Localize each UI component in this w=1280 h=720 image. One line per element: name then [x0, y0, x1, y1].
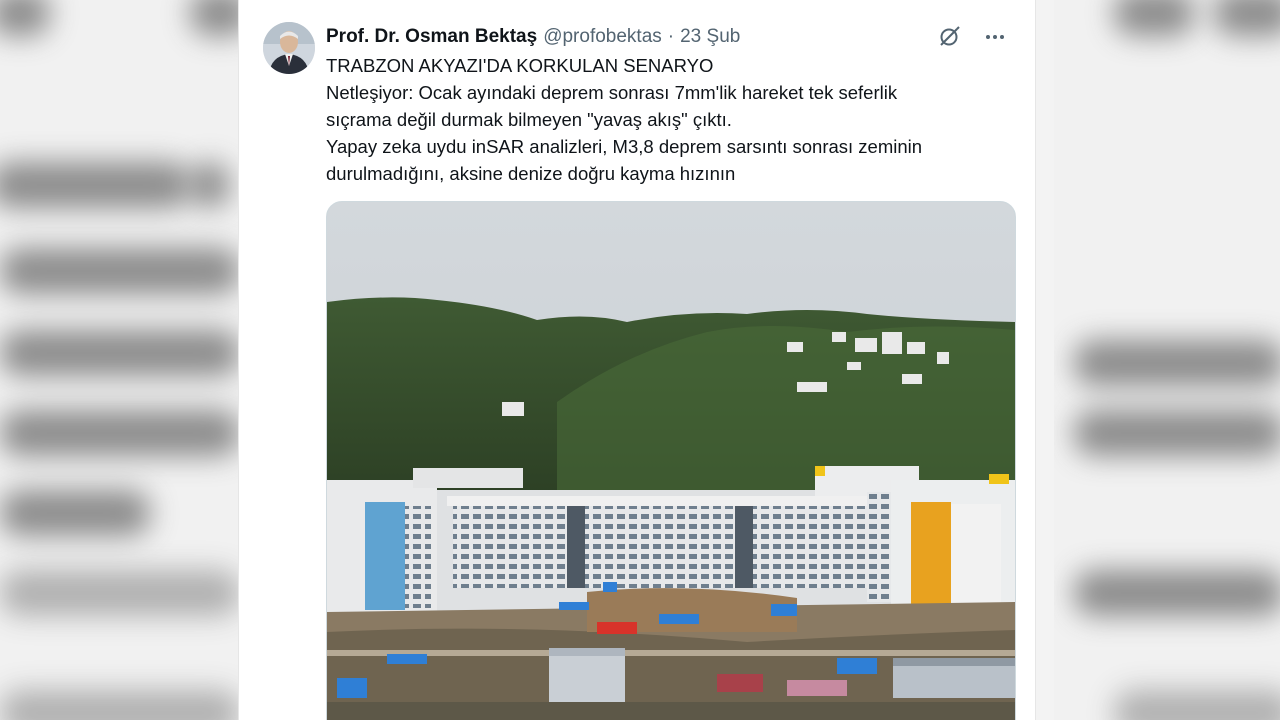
- tweet-line: Netleşiyor: Ocak ayındaki deprem sonrası…: [326, 82, 898, 103]
- grok-icon[interactable]: [937, 25, 961, 49]
- author-name[interactable]: Prof. Dr. Osman Bektaş: [326, 26, 537, 48]
- avatar[interactable]: [263, 22, 315, 74]
- tweet-line: Yapay zeka uydu inSAR analizleri, M3,8 d…: [326, 136, 923, 157]
- separator-dot: ·: [667, 26, 675, 47]
- tweet-line: TRABZON AKYAZI'DA KORKULAN SENARYO: [326, 55, 714, 76]
- blurred-background-right: [1054, 0, 1280, 720]
- tweet-text: TRABZON AKYAZI'DA KORKULAN SENARYO Netle…: [326, 52, 1006, 187]
- tweet-header: Prof. Dr. Osman Bektaş @profobektas · 23…: [326, 24, 1015, 50]
- tweet-line: sıçrama değil durmak bilmeyen "yavaş akı…: [326, 109, 732, 130]
- tweet-line: durulmadığını, aksine denize doğru kayma…: [326, 163, 736, 184]
- blurred-background-left: [0, 0, 240, 720]
- tweet-photo[interactable]: [326, 201, 1016, 720]
- more-icon[interactable]: [983, 25, 1007, 49]
- author-handle[interactable]: @profobektas: [543, 26, 662, 48]
- tweet-actions: [937, 24, 1007, 50]
- tweet-date[interactable]: 23 Şub: [680, 26, 740, 48]
- tweet-card[interactable]: Prof. Dr. Osman Bektaş @profobektas · 23…: [238, 0, 1036, 720]
